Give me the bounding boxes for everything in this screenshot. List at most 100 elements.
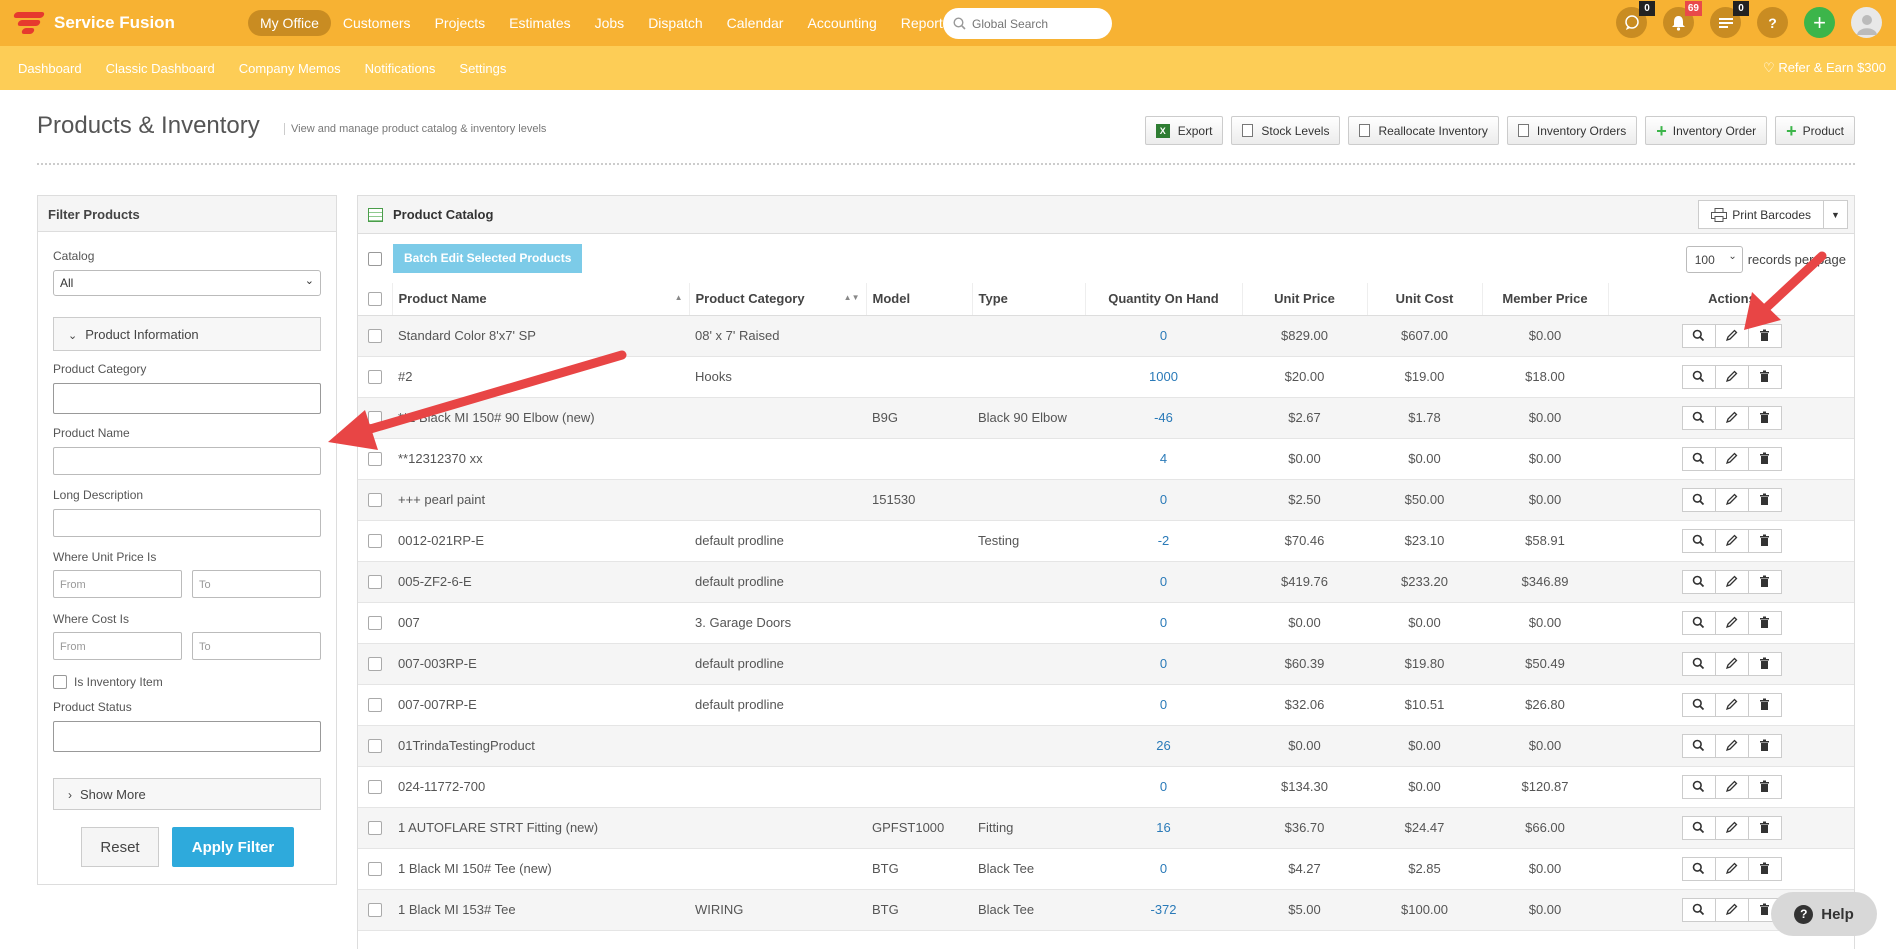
product-status-field[interactable]	[53, 721, 321, 752]
table-row[interactable]: 1 AUTOFLARE STRT Fitting (new) GPFST1000 F…	[358, 807, 1854, 849]
catalog-select[interactable]: All ⌄	[53, 270, 321, 296]
product-name-cell[interactable]: 007-007RP-E	[392, 684, 689, 726]
delete-button[interactable]	[1747, 610, 1782, 635]
view-button[interactable]	[1681, 528, 1716, 553]
edit-button[interactable]	[1714, 446, 1749, 471]
nav-dispatch[interactable]: Dispatch	[636, 10, 714, 36]
quantity-cell[interactable]: -46	[1085, 397, 1242, 439]
row-checkbox[interactable]	[368, 656, 382, 671]
quantity-cell[interactable]: 0	[1085, 766, 1242, 808]
view-button[interactable]	[1681, 856, 1716, 881]
col-unit-price[interactable]: Unit Price	[1242, 283, 1368, 316]
product-name-cell[interactable]: +++ pearl paint	[392, 479, 689, 521]
col-quantity-on-hand[interactable]: Quantity On Hand	[1085, 283, 1243, 316]
edit-button[interactable]	[1714, 610, 1749, 635]
nav-my-office[interactable]: My Office	[248, 10, 331, 36]
per-page-select[interactable]: 100 ⌄	[1685, 246, 1743, 273]
select-all-checkbox-top[interactable]	[368, 252, 382, 266]
table-row[interactable]: #2 Hooks 1000 $20.00 $19.00 $18.00	[358, 356, 1854, 398]
refer-earn-link[interactable]: ♡ Refer & Earn $300	[1763, 60, 1886, 76]
subnav-notifications[interactable]: Notifications	[365, 61, 436, 76]
product-name-cell[interactable]: 007-003RP-E	[392, 643, 689, 685]
chat-button[interactable]: 0	[1616, 1, 1655, 38]
nav-projects[interactable]: Projects	[423, 10, 498, 36]
avatar[interactable]	[1851, 7, 1882, 38]
add-new-button[interactable]: +	[1804, 7, 1835, 38]
delete-button[interactable]	[1747, 364, 1782, 389]
col-member-price[interactable]: Member Price	[1482, 283, 1609, 316]
view-button[interactable]	[1681, 364, 1716, 389]
product-name-cell[interactable]: 005-ZF2-6-E	[392, 561, 689, 603]
edit-button[interactable]	[1714, 364, 1749, 389]
product-category-field[interactable]	[53, 383, 321, 414]
delete-button[interactable]	[1747, 569, 1782, 594]
print-options-dropdown[interactable]: ▼	[1824, 200, 1848, 229]
table-row[interactable]: +++ pearl paint 151530 0 $2.50 $50.00 $0.00	[358, 479, 1854, 521]
edit-button[interactable]	[1714, 692, 1749, 717]
product-name-cell[interactable]: 0012-021RP-E	[392, 520, 689, 562]
unit-price-to-field[interactable]: To	[192, 570, 321, 598]
nav-customers[interactable]: Customers	[331, 10, 423, 36]
view-button[interactable]	[1681, 405, 1716, 430]
edit-button[interactable]	[1714, 528, 1749, 553]
nav-estimates[interactable]: Estimates	[497, 10, 582, 36]
quantity-cell[interactable]: 0	[1085, 684, 1242, 726]
export-button[interactable]: X Export	[1144, 116, 1224, 145]
edit-button[interactable]	[1714, 651, 1749, 676]
edit-button[interactable]	[1714, 815, 1749, 840]
delete-button[interactable]	[1747, 405, 1782, 430]
reset-button[interactable]: Reset	[81, 827, 159, 867]
row-checkbox[interactable]	[368, 615, 382, 630]
inventory-orders-button[interactable]: Inventory Orders	[1506, 116, 1638, 145]
inventory-item-checkbox[interactable]	[53, 675, 67, 689]
table-row[interactable]: 007-007RP-E default prodline 0 $32.06 $10.51…	[358, 684, 1854, 726]
view-button[interactable]	[1681, 815, 1716, 840]
table-row[interactable]: **12312370 xx 4 $0.00 $0.00 $0.00	[358, 438, 1854, 480]
product-name-cell[interactable]: 1 Black MI 153# Tee	[392, 889, 689, 931]
row-checkbox[interactable]	[368, 369, 382, 384]
logo[interactable]: Service Fusion	[12, 8, 234, 38]
print-barcodes-button[interactable]: Print Barcodes	[1698, 200, 1824, 229]
nav-calendar[interactable]: Calendar	[715, 10, 796, 36]
col-product-name[interactable]: Product Name ▲	[392, 283, 690, 316]
edit-button[interactable]	[1714, 897, 1749, 922]
edit-button[interactable]	[1714, 569, 1749, 594]
row-checkbox[interactable]	[368, 779, 382, 794]
add-inventory-order-button[interactable]: + Inventory Order	[1645, 116, 1768, 145]
product-name-cell[interactable]: **12312370 xx	[392, 438, 689, 480]
reallocate-inventory-button[interactable]: Reallocate Inventory	[1348, 116, 1499, 145]
apply-filter-button[interactable]: Apply Filter	[172, 827, 294, 867]
delete-button[interactable]	[1747, 815, 1782, 840]
add-product-button[interactable]: + Product	[1775, 116, 1855, 145]
view-button[interactable]	[1681, 323, 1716, 348]
col-model[interactable]: Model	[866, 283, 973, 316]
edit-button[interactable]	[1714, 856, 1749, 881]
product-name-cell[interactable]: **1 Black MI 150# 90 Elbow (new)	[392, 397, 689, 439]
product-name-cell[interactable]: 007	[392, 602, 689, 644]
quantity-cell[interactable]: 16	[1085, 807, 1242, 849]
table-row[interactable]: 024-11772-700 0 $134.30 $0.00 $120.87	[358, 766, 1854, 808]
global-search-input[interactable]	[972, 16, 1102, 31]
row-checkbox[interactable]	[368, 410, 382, 425]
quantity-cell[interactable]: 0	[1085, 643, 1242, 685]
quantity-cell[interactable]: 1000	[1085, 356, 1242, 398]
help-menu-button[interactable]: ?	[1757, 7, 1788, 38]
delete-button[interactable]	[1747, 323, 1782, 348]
batch-edit-button[interactable]: Batch Edit Selected Products	[393, 244, 583, 273]
edit-button[interactable]	[1714, 487, 1749, 512]
product-name-cell[interactable]: 01TrindaTestingProduct	[392, 725, 689, 767]
cost-to-field[interactable]: To	[192, 632, 321, 660]
quantity-cell[interactable]: 4	[1085, 438, 1242, 480]
table-row[interactable]: 0012-021RP-E default prodline Testing -2 $70…	[358, 520, 1854, 562]
product-name-cell[interactable]: 024-11772-700	[392, 766, 689, 808]
view-button[interactable]	[1681, 569, 1716, 594]
edit-button[interactable]	[1714, 733, 1749, 758]
notifications-button[interactable]: 69	[1663, 1, 1702, 38]
quantity-cell[interactable]: 0	[1085, 848, 1242, 890]
table-row[interactable]: 1 Black MI 150# Tee (new) BTG Black Tee 0 $4…	[358, 848, 1854, 890]
product-name-cell[interactable]: #2	[392, 356, 689, 398]
view-button[interactable]	[1681, 610, 1716, 635]
delete-button[interactable]	[1747, 528, 1782, 553]
stock-levels-button[interactable]: Stock Levels	[1231, 116, 1341, 145]
edit-button[interactable]	[1714, 405, 1749, 430]
